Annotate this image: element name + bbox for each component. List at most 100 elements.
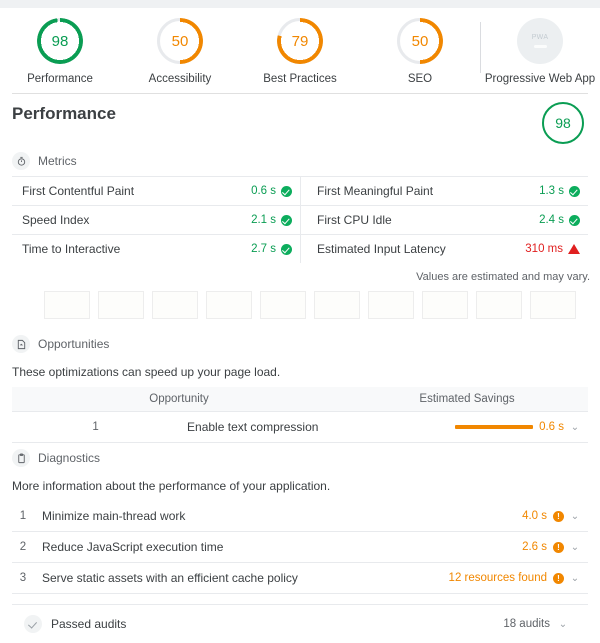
passed-audits-left: Passed audits (24, 615, 126, 633)
filmstrip-frame[interactable] (98, 291, 144, 319)
opportunities-description: These optimizations can speed up your pa… (12, 365, 281, 379)
gauge-label: Progressive Web App (484, 73, 596, 85)
metric-name: Estimated Input Latency (317, 242, 446, 256)
row-index: 1 (12, 501, 34, 532)
metrics-grid: First Contentful Paint 0.6 s First Meani… (0, 176, 600, 263)
gauge-label: SEO (407, 73, 433, 85)
filmstrip-frame[interactable] (530, 291, 576, 319)
page-title: Performance (12, 104, 116, 123)
metric-value: 2.4 s (539, 214, 564, 226)
column-header-opportunity: Opportunity (12, 387, 347, 412)
diagnostics-heading-label: Diagnostics (38, 451, 101, 465)
category-header: Performance 98 (0, 94, 600, 146)
metric-row[interactable]: First Contentful Paint 0.6 s (12, 176, 300, 205)
check-circle-icon (281, 214, 292, 226)
row-value: 0.6 s (539, 421, 564, 433)
check-circle-icon (569, 185, 580, 197)
passed-audits-row[interactable]: Passed audits 18 audits ⌄ (12, 604, 588, 643)
opportunities-table: Opportunity Estimated Savings 1 Enable t… (12, 387, 588, 443)
metric-row[interactable]: Speed Index 2.1 s (12, 205, 300, 234)
filmstrip-frame[interactable] (422, 291, 468, 319)
metric-row[interactable]: First Meaningful Paint 1.3 s (300, 176, 588, 205)
passed-audits-right: 18 audits ⌄ (503, 618, 568, 630)
row-value-cell: 12 resources found ! ⌄ (311, 562, 588, 594)
clipboard-icon (12, 449, 30, 467)
filmstrip-frame[interactable] (260, 291, 306, 319)
pwa-badge-label: PWA (531, 34, 549, 41)
metric-name: Speed Index (22, 213, 90, 227)
metric-value-wrap: 2.4 s (539, 214, 580, 226)
gauge-label: Best Practices (263, 73, 337, 85)
metrics-heading-label: Metrics (38, 154, 77, 168)
filmstrip-frame[interactable] (368, 291, 414, 319)
metric-row[interactable]: Time to Interactive 2.7 s (12, 234, 300, 263)
filmstrip-frame[interactable] (152, 291, 198, 319)
gauge-ring-performance: 98 (37, 18, 83, 64)
metrics-heading: Metrics (0, 146, 600, 176)
chevron-down-icon[interactable]: ⌄ (570, 511, 580, 522)
chevron-down-icon[interactable]: ⌄ (570, 542, 580, 553)
diagnostics-description: More information about the performance o… (12, 479, 331, 493)
metric-value-wrap: 310 ms (525, 243, 580, 255)
stopwatch-icon (12, 152, 30, 170)
metric-row[interactable]: Estimated Input Latency 310 ms (300, 234, 588, 263)
score-gauge-pwa[interactable]: PWA Progressive Web App (480, 18, 600, 85)
row-value-wrap: 12 resources found ! ⌄ (319, 572, 580, 584)
check-circle-icon (281, 243, 292, 255)
score-gauge-performance[interactable]: 98 Performance (0, 18, 120, 85)
metric-value: 1.3 s (539, 185, 564, 197)
metric-name: First Contentful Paint (22, 184, 135, 198)
info-circle-icon: ! (553, 572, 564, 584)
metric-value-wrap: 2.7 s (251, 243, 292, 255)
metric-name: Time to Interactive (22, 242, 121, 256)
table-row[interactable]: 1 Enable text compression 0.6 s ⌄ (12, 411, 588, 443)
row-title: Enable text compression (179, 411, 347, 443)
row-value-cell: 4.0 s ! ⌄ (311, 501, 588, 532)
score-gauge-accessibility[interactable]: 50 Accessibility (120, 18, 240, 85)
score-gauge-seo[interactable]: 50 SEO (360, 18, 480, 85)
metric-value: 2.1 s (251, 214, 276, 226)
metric-value: 310 ms (525, 243, 563, 255)
passed-audits-count: 18 audits (503, 618, 550, 630)
gauge-ring-best-practices: 79 (277, 18, 323, 64)
row-value-wrap: 2.6 s ! ⌄ (319, 541, 580, 553)
diagnostics-table: 1 Minimize main-thread work 4.0 s ! ⌄ 2 … (12, 501, 588, 594)
top-strip (0, 0, 600, 8)
metric-value: 0.6 s (251, 185, 276, 197)
chevron-down-icon[interactable]: ⌄ (558, 619, 568, 630)
estimated-values-note: Values are estimated and may vary. (416, 271, 590, 283)
metric-value-wrap: 0.6 s (251, 185, 292, 197)
filmstrip-frame[interactable] (44, 291, 90, 319)
warning-triangle-icon (568, 244, 580, 254)
info-circle-icon: ! (553, 541, 564, 553)
row-value-wrap: 4.0 s ! ⌄ (319, 510, 580, 522)
metric-value-wrap: 2.1 s (251, 214, 292, 226)
row-value-cell: 2.6 s ! ⌄ (311, 531, 588, 563)
check-icon (24, 615, 42, 633)
filmstrip-frame[interactable] (314, 291, 360, 319)
table-row[interactable]: 3 Serve static assets with an efficient … (12, 562, 588, 594)
row-index: 3 (12, 562, 34, 594)
gauge-ring-accessibility: 50 (157, 18, 203, 64)
score-gauge-best-practices[interactable]: 79 Best Practices (240, 18, 360, 85)
check-circle-icon (281, 185, 292, 197)
chevron-down-icon[interactable]: ⌄ (570, 573, 580, 584)
metric-row[interactable]: First CPU Idle 2.4 s (300, 205, 588, 234)
table-row[interactable]: 1 Minimize main-thread work 4.0 s ! ⌄ (12, 501, 588, 532)
gauge-value: 50 (411, 32, 429, 50)
metric-value: 2.7 s (251, 243, 276, 255)
table-row[interactable]: 2 Reduce JavaScript execution time 2.6 s… (12, 531, 588, 563)
column-header-savings: Estimated Savings (346, 387, 588, 412)
gauge-value: 98 (51, 32, 69, 50)
chevron-down-icon[interactable]: ⌄ (570, 422, 580, 433)
pwa-badge-dash (533, 45, 547, 48)
row-value-cell: 0.6 s ⌄ (346, 411, 588, 443)
row-value: 2.6 s (522, 541, 547, 553)
metric-name: First CPU Idle (317, 213, 392, 227)
gauge-ring-seo: 50 (397, 18, 443, 64)
info-circle-icon: ! (553, 510, 564, 522)
filmstrip-frame[interactable] (476, 291, 522, 319)
filmstrip-frame[interactable] (206, 291, 252, 319)
savings-bar (455, 425, 534, 429)
row-value-wrap: 0.6 s ⌄ (354, 421, 580, 433)
